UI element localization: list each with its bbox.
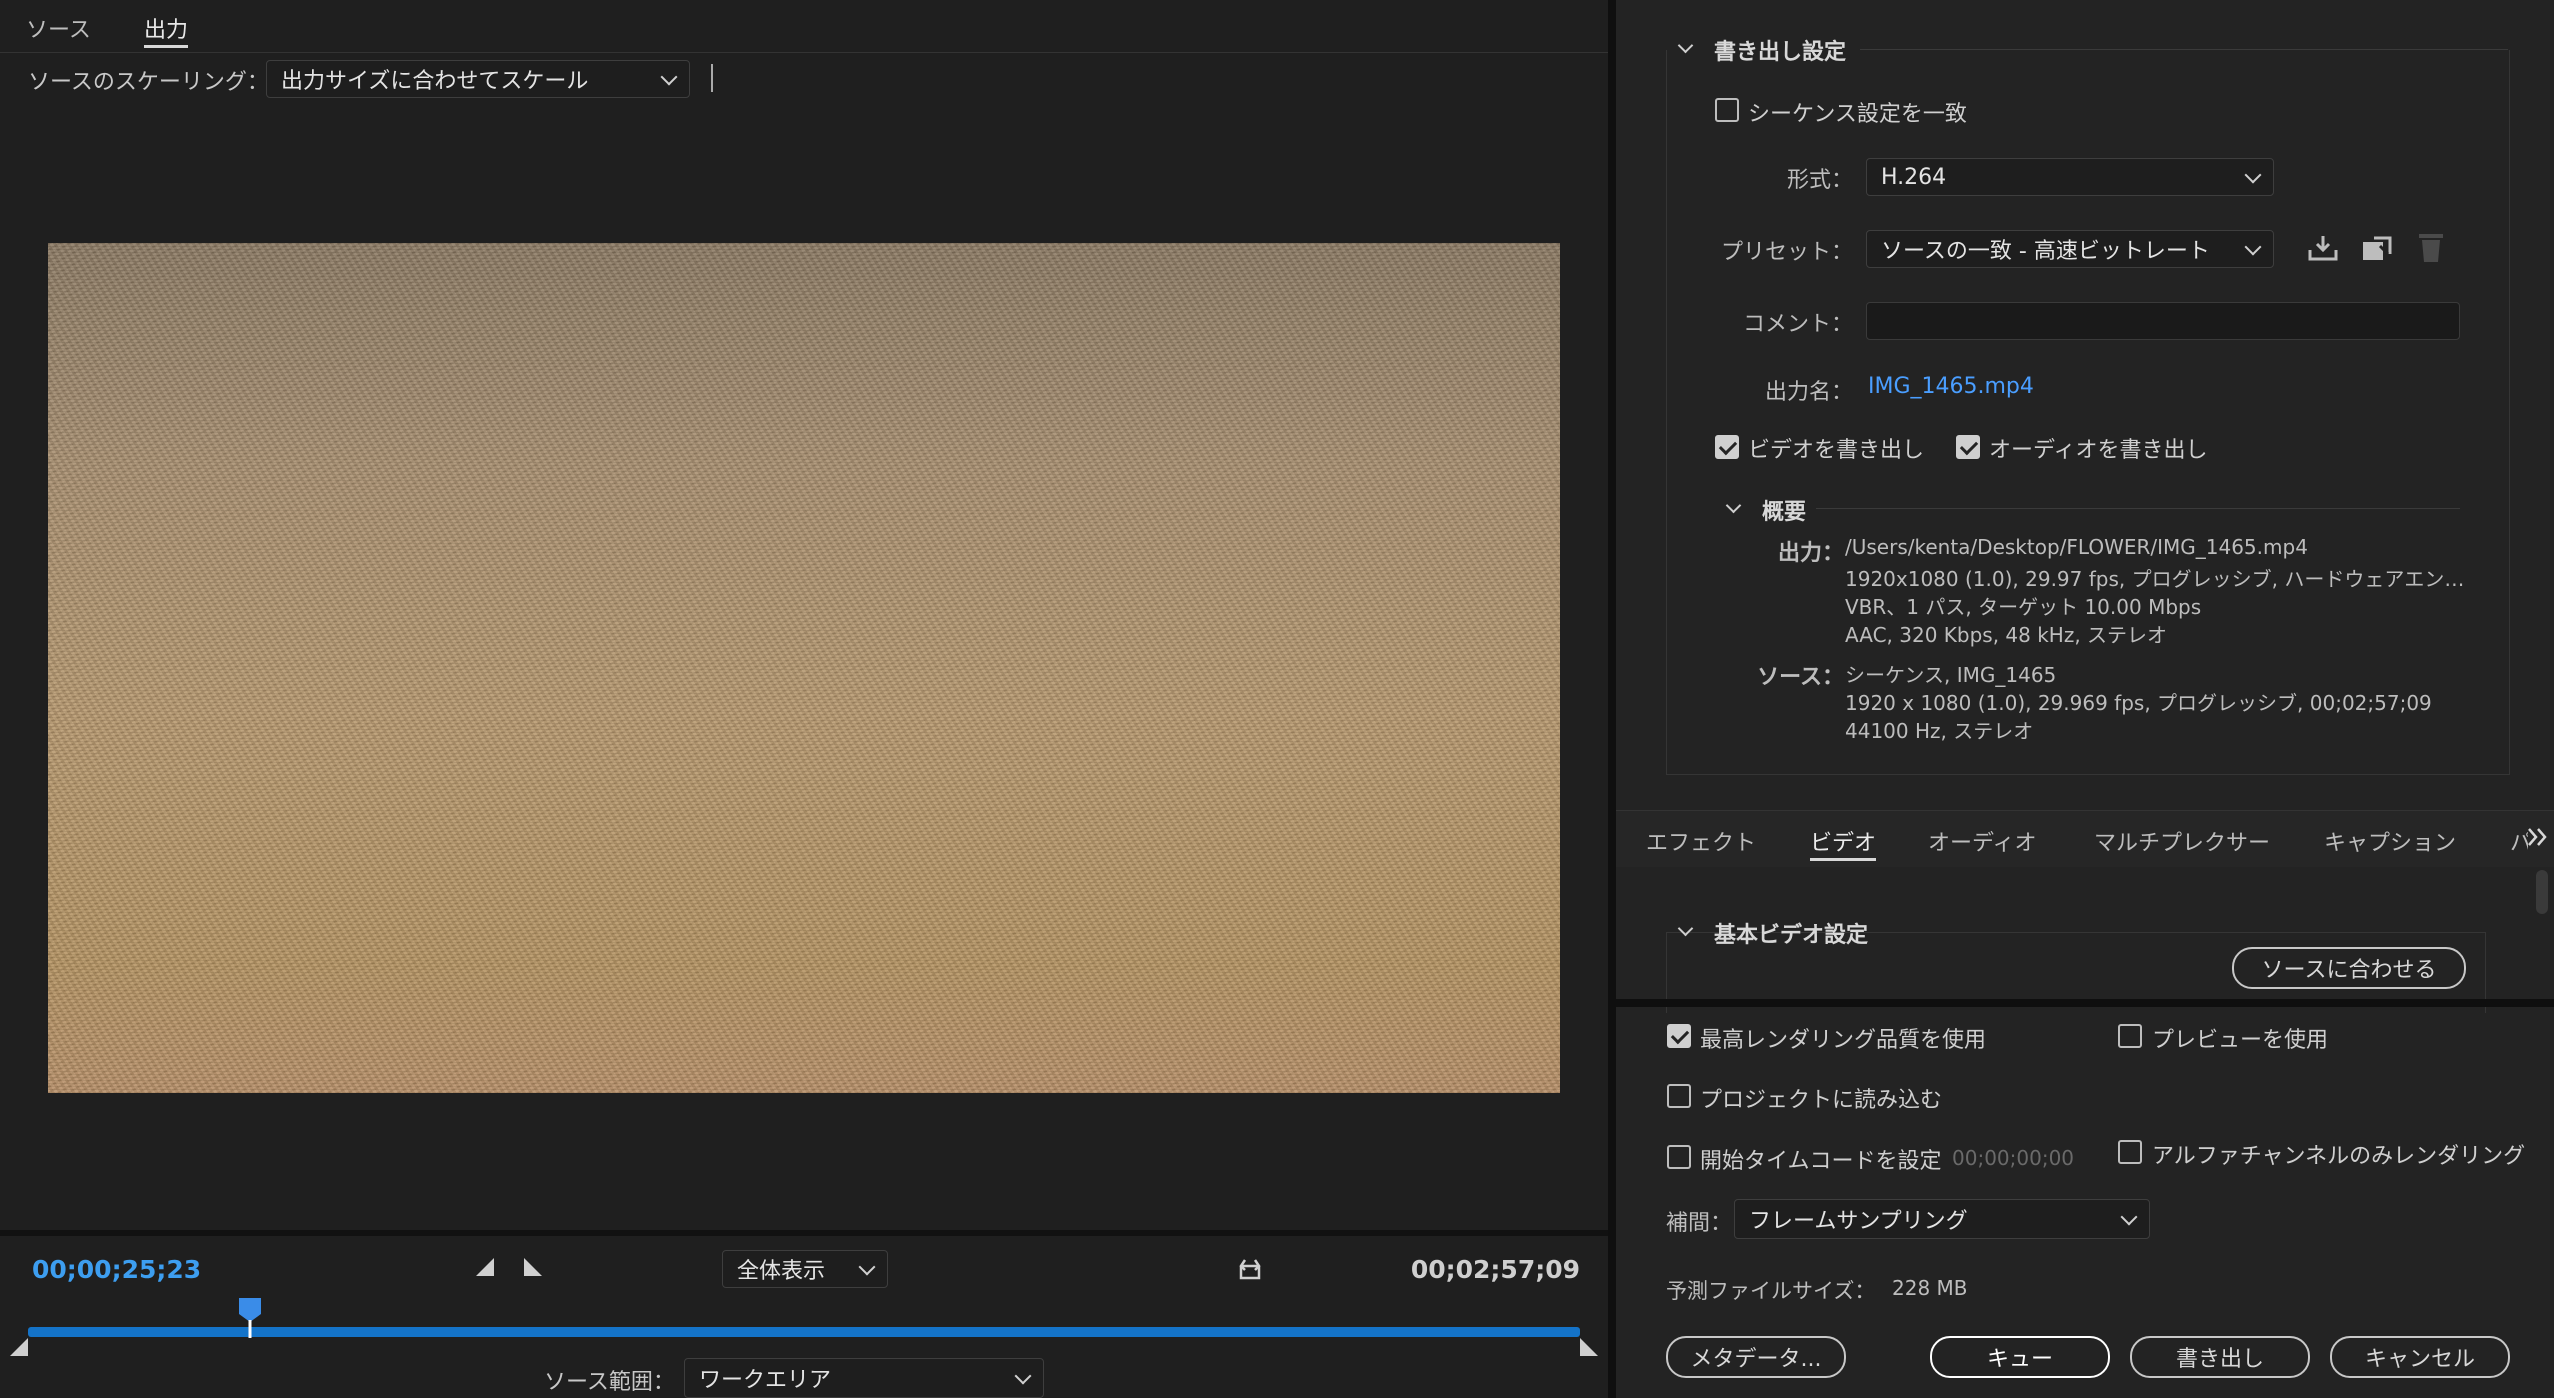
chevron-down-icon	[660, 68, 678, 86]
chevron-down-icon	[2244, 238, 2262, 256]
save-preset-icon[interactable]	[2306, 232, 2340, 264]
scaling-value: 出力サイズに合わせてスケール	[281, 69, 589, 94]
toolbar-separator	[711, 64, 713, 92]
fit-icon[interactable]	[1235, 1256, 1265, 1284]
summary-source-line: 44100 Hz, ステレオ	[1845, 719, 2034, 743]
source-range-value: ワークエリア	[699, 1368, 832, 1393]
match-sequence-label[interactable]: シーケンス設定を一致	[1748, 96, 1967, 128]
summary-output-line: AAC, 320 Kbps, 48 kHz, ステレオ	[1845, 623, 2168, 647]
playhead-icon[interactable]	[236, 1296, 264, 1340]
zoom-select[interactable]: 全体表示	[722, 1250, 888, 1288]
metadata-button[interactable]: メタデータ...	[1666, 1336, 1846, 1378]
tab-effects[interactable]: エフェクト	[1646, 825, 1756, 857]
interpolation-label: 補間：	[1666, 1211, 1733, 1236]
import-project-label[interactable]: プロジェクトに読み込む	[1700, 1082, 1942, 1114]
summary-rule	[1816, 508, 2460, 509]
panel-splitter[interactable]	[1608, 0, 1616, 1398]
export-video-label[interactable]: ビデオを書き出し	[1748, 432, 1924, 464]
zoom-value: 全体表示	[737, 1259, 826, 1284]
cancel-button[interactable]: キャンセル	[2330, 1336, 2510, 1378]
export-settings-title: 書き出し設定	[1714, 40, 1847, 65]
tab-video-underline	[1810, 858, 1876, 861]
tab-output[interactable]: 出力	[144, 12, 188, 44]
format-label: 形式：	[1786, 168, 1853, 193]
import-project-checkbox[interactable]	[1667, 1084, 1691, 1108]
set-start-timecode-label[interactable]: 開始タイムコードを設定	[1700, 1143, 1942, 1175]
bottom-divider	[1616, 999, 2554, 1007]
export-settings-rule	[1860, 49, 2508, 50]
chevron-double-right-icon[interactable]	[2526, 826, 2550, 848]
summary-title: 概要	[1762, 500, 1807, 525]
format-select[interactable]: H.264	[1866, 158, 2274, 196]
match-source-button[interactable]: ソースに合わせる	[2232, 947, 2466, 989]
chevron-down-icon	[2244, 166, 2262, 184]
video-preview	[48, 243, 1560, 1093]
filesize-value: 228 MB	[1892, 1276, 1968, 1300]
export-audio-checkbox[interactable]	[1956, 435, 1980, 459]
export-video-checkbox[interactable]	[1715, 435, 1739, 459]
interpolation-value: フレームサンプリング	[1749, 1209, 1968, 1234]
filesize-label: 予測ファイルサイズ：	[1666, 1279, 1876, 1303]
set-start-timecode-checkbox[interactable]	[1667, 1145, 1691, 1169]
delete-preset-icon[interactable]	[2416, 230, 2446, 264]
output-name-link[interactable]: IMG_1465.mp4	[1868, 374, 2034, 399]
out-point-icon[interactable]	[522, 1256, 544, 1278]
source-range-select[interactable]: ワークエリア	[684, 1358, 1044, 1398]
start-timecode-value: 00;00;00;00	[1952, 1146, 2075, 1170]
max-render-quality-label[interactable]: 最高レンダリング品質を使用	[1700, 1022, 1986, 1054]
summary-output-line: VBR、1 パス, ターゲット 10.00 Mbps	[1845, 595, 2202, 619]
summary-source-label: ソース：	[1757, 665, 1844, 690]
tab-multiplexer[interactable]: マルチプレクサー	[2094, 825, 2270, 857]
queue-button[interactable]: キュー	[1930, 1336, 2110, 1378]
import-preset-icon[interactable]	[2360, 232, 2394, 264]
preset-select[interactable]: ソースの一致 - 高速ビットレート	[1866, 230, 2274, 268]
chevron-down-icon	[858, 1258, 876, 1276]
tab-video[interactable]: ビデオ	[1810, 825, 1876, 857]
summary-output-line: /Users/kenta/Desktop/FLOWER/IMG_1465.mp4	[1845, 535, 2308, 559]
in-point-marker-icon[interactable]	[8, 1336, 30, 1358]
output-name-label: 出力名：	[1764, 380, 1853, 405]
scaling-select[interactable]: 出力サイズに合わせてスケール	[266, 60, 690, 98]
tab-captions[interactable]: キャプション	[2324, 825, 2456, 857]
match-sequence-checkbox[interactable]	[1715, 98, 1739, 122]
preset-label: プリセット：	[1720, 240, 1853, 265]
chevron-down-icon	[1014, 1367, 1032, 1385]
use-preview-label[interactable]: プレビューを使用	[2152, 1022, 2328, 1054]
alpha-only-checkbox[interactable]	[2118, 1140, 2142, 1164]
scrollbar-thumb[interactable]	[2536, 870, 2548, 914]
use-preview-checkbox[interactable]	[2118, 1024, 2142, 1048]
tab-divider	[0, 52, 1608, 53]
total-timecode: 00;02;57;09	[1410, 1255, 1580, 1284]
format-value: H.264	[1881, 164, 1947, 190]
export-audio-label[interactable]: オーディオを書き出し	[1989, 432, 2207, 464]
source-range-label: ソース範囲：	[544, 1370, 675, 1395]
summary-output-label: 出力：	[1777, 541, 1844, 566]
comment-input[interactable]	[1866, 302, 2460, 340]
video-basic-title: 基本ビデオ設定	[1714, 923, 1869, 948]
comment-label: コメント：	[1742, 312, 1853, 337]
tab-source[interactable]: ソース	[26, 12, 91, 44]
current-timecode[interactable]: 00;00;25;23	[32, 1255, 201, 1284]
chevron-down-icon	[2120, 1208, 2138, 1226]
max-render-quality-checkbox[interactable]	[1667, 1024, 1691, 1048]
preset-value: ソースの一致 - 高速ビットレート	[1881, 239, 2210, 264]
timeline-divider	[0, 1230, 1608, 1236]
summary-source-line: 1920 x 1080 (1.0), 29.969 fps, プログレッシブ, …	[1845, 691, 2432, 715]
summary-source-line: シーケンス, IMG_1465	[1845, 663, 2057, 687]
tab-audio[interactable]: オーディオ	[1928, 825, 2036, 857]
interpolation-select[interactable]: フレームサンプリング	[1734, 1199, 2150, 1239]
in-point-icon[interactable]	[474, 1256, 496, 1278]
tab-output-underline	[144, 45, 188, 48]
out-point-marker-icon[interactable]	[1578, 1336, 1600, 1358]
alpha-only-label[interactable]: アルファチャンネルのみレンダリング	[2152, 1138, 2525, 1170]
export-button[interactable]: 書き出し	[2130, 1336, 2310, 1378]
summary-output-line: 1920x1080 (1.0), 29.97 fps, プログレッシブ, ハード…	[1845, 567, 2465, 591]
scaling-label: ソースのスケーリング：	[28, 70, 269, 95]
